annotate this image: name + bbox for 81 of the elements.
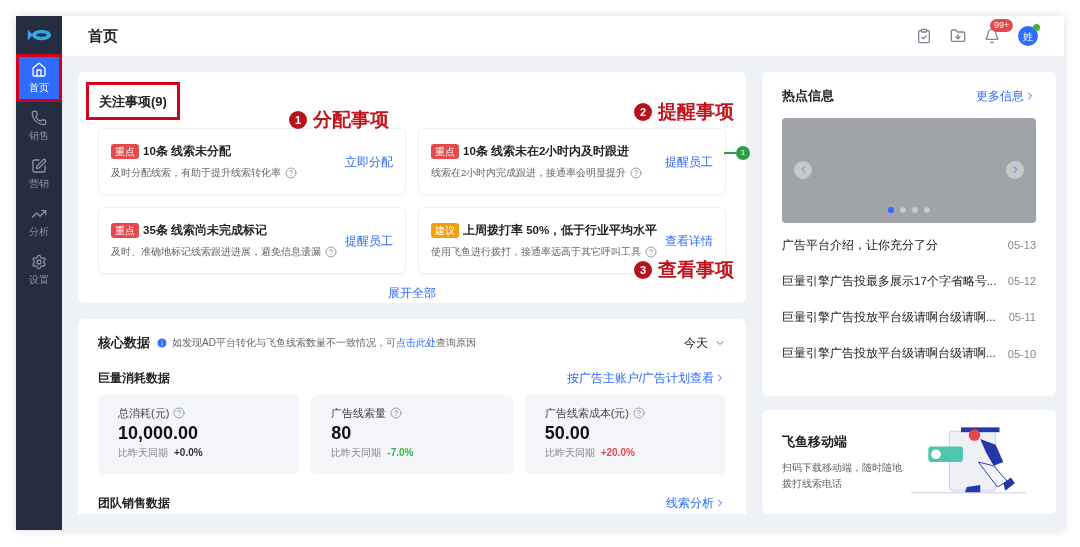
metric-value: 50.00 [544,422,591,445]
task-title: 10条 线索未分配 [143,143,231,159]
task-description: 及时分配线索，有助于提升线索转化率 [111,166,281,180]
action-link[interactable]: 提醒员工 [665,152,713,171]
metric-label: 总消耗(元) [118,405,170,421]
compare-label: 比昨天同期 [544,446,595,460]
notice-link[interactable]: 点击此处 [395,337,436,349]
card-title: 飞鱼移动端 [782,433,848,452]
marker-number: 1 [736,146,750,160]
sidebar-item[interactable]: 设置 [16,246,62,294]
news-title[interactable]: 巨量引擎广告投最多展示17个字省略号... [782,272,997,290]
compare-label: 比昨天同期 [118,446,168,460]
info-icon [156,336,168,349]
action-link[interactable]: 立即分配 [345,152,393,171]
section-title: 核心数据 [98,334,150,352]
settings-icon [31,253,47,270]
phone-icon [31,109,47,126]
home-icon [31,61,47,78]
change-value: +0.0% [174,446,203,460]
edit-icon [31,157,47,174]
analysis-link[interactable]: 线索分析 [666,493,726,512]
help-icon [633,406,645,419]
news-title[interactable]: 巨量引擎广告投放平台级请啊台级请啊... [782,309,996,327]
view-link[interactable]: 按广告主账户/广告计划查看 [566,368,726,387]
task-title: 35条 线索尚未完成标记 [143,222,267,238]
news-title[interactable]: 巨量引擎广告投放平台级请啊台级请啊... [782,345,996,363]
task-description: 使用飞鱼进行拨打，接通率远高于其它呼叫工具 [431,245,641,259]
tag: 重点 [111,143,139,159]
action-link[interactable]: 查看详情 [665,231,713,250]
expand-all-link[interactable]: 展开全部 [388,284,436,302]
sidebar-item[interactable]: 首页 [19,57,59,99]
help-icon [630,167,643,180]
change-value: -7.0% [387,446,414,460]
metric-value: 80 [331,422,353,445]
section-title: 关注事项(9) [99,94,167,109]
more-link[interactable]: 更多信息 [976,86,1036,105]
next-button[interactable] [1006,160,1024,179]
notification-badge: 99+ [990,19,1014,32]
section-title: 热点信息 [782,87,834,105]
help-icon [645,246,657,259]
sidebar-item[interactable]: 分析 [16,198,62,246]
task-title: 上周拨打率 50%，低于行业平均水平 [463,222,658,238]
sidebar-item[interactable]: 销售 [16,102,62,150]
news-date: 05-10 [1007,346,1036,362]
page-title: 首页 [88,25,118,46]
previous-button[interactable] [794,160,812,179]
subsection-title: 巨量消耗数据 [98,369,170,387]
news-date: 05-11 [1008,310,1036,326]
subsection-title: 团队销售数据 [98,494,170,512]
callout-number: 2 [634,103,652,122]
news-title[interactable]: 广告平台介绍，让你充分了分 [782,236,938,254]
change-value: +20.0% [600,446,635,460]
tag: 建议 [431,222,459,238]
period-dropdown[interactable]: 今天 [684,333,726,352]
callout-number: 1 [289,111,307,130]
metric-label: 广告线索成本(元) [544,405,629,421]
notification-icon[interactable] [984,28,1000,44]
leader-line [724,152,736,154]
news-date: 05-12 [1007,274,1036,290]
task-description: 线索在2小时内完成跟进，接通率会明显提升 [431,166,627,180]
logo-icon [26,28,52,42]
sidebar-item[interactable]: 营销 [16,150,62,198]
compare-label: 比昨天同期 [331,446,382,460]
clipboard-icon[interactable] [916,28,932,44]
help-icon [173,406,186,419]
callout-number: 3 [634,261,652,280]
help-icon [390,406,403,419]
notice-text: 如发现AD平台转化与飞鱼线索数量不一致情况，可点击此处查询原因 [172,336,476,351]
task-description: 及时、准确地标记线索跟进进展，避免信息遗漏 [111,245,321,259]
tag: 重点 [111,222,139,238]
action-link[interactable]: 提醒员工 [345,231,393,250]
help-icon [285,167,297,180]
card-description: 扫码下载移动端，随时随地拨打线索电话 [782,460,903,491]
metric-label: 广告线索量 [331,405,387,421]
help-icon [325,246,337,259]
download-folder-icon[interactable] [950,28,966,44]
news-date: 05-13 [1007,237,1036,253]
task-title: 10条 线索未在2小时内及时跟进 [463,143,630,159]
user-avatar[interactable]: 姓 [1018,26,1038,46]
metric-value: 10,000.00 [118,422,200,445]
tag: 重点 [431,143,459,159]
